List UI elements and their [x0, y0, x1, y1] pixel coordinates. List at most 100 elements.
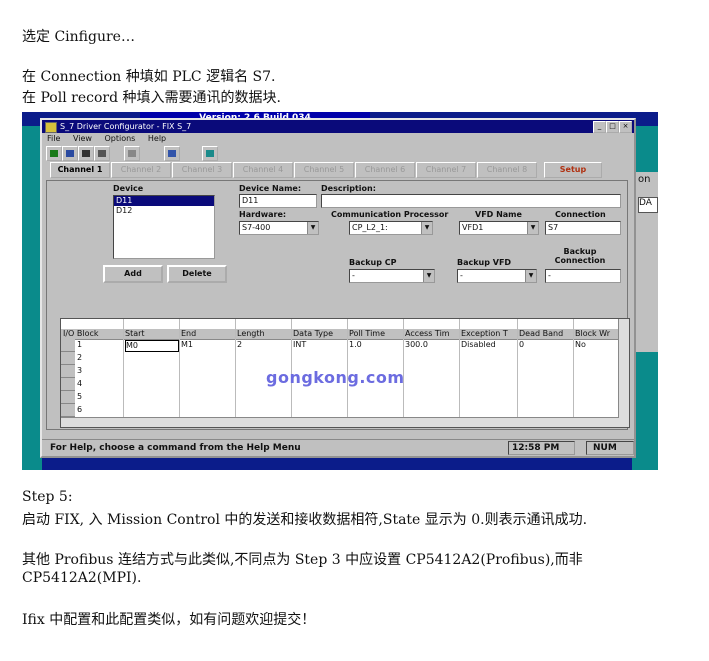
- menu-bar: File View Options Help: [42, 133, 634, 144]
- vfd-name-dropdown[interactable]: VFD1 ▼: [459, 221, 539, 235]
- minimize-button[interactable]: _: [593, 121, 606, 133]
- grid-cell[interactable]: 1.0: [349, 340, 401, 349]
- print-icon[interactable]: [94, 146, 110, 161]
- driver-config-screenshot: Version: 2.6 Build 034 on DA S_7 Driver …: [22, 112, 658, 470]
- tab-channel-2[interactable]: Channel 2: [111, 162, 171, 178]
- title-bar: S_7 Driver Configurator - FIX S_7 _ □ ×: [42, 120, 634, 133]
- vfd-name-value: VFD1: [462, 223, 484, 232]
- chevron-down-icon[interactable]: ▼: [307, 222, 318, 234]
- vfd-name-label: VFD Name: [475, 210, 522, 219]
- communication-processor-value: CP_L2_1:: [352, 223, 388, 232]
- hardware-label: Hardware:: [239, 210, 287, 219]
- grid-cell[interactable]: 2: [237, 340, 289, 349]
- device-list[interactable]: D11 D12: [113, 195, 215, 259]
- chevron-down-icon[interactable]: ▼: [527, 222, 538, 234]
- chevron-down-icon[interactable]: ▼: [423, 270, 434, 282]
- status-bar: For Help, choose a command from the Help…: [42, 439, 634, 456]
- hardware-value: S7-400: [242, 223, 271, 232]
- backup-cp-label: Backup CP: [349, 258, 397, 267]
- close-button[interactable]: ×: [619, 121, 632, 133]
- grid-column-header[interactable]: Start: [125, 329, 178, 338]
- connection-label: Connection: [555, 210, 606, 219]
- grid-column-header[interactable]: Access Tim: [405, 329, 458, 338]
- delete-button[interactable]: Delete: [167, 265, 227, 283]
- device-label: Device: [113, 184, 144, 193]
- backup-vfd-value: -: [460, 271, 463, 280]
- tab-channel-5[interactable]: Channel 5: [294, 162, 354, 178]
- tab-channel-4[interactable]: Channel 4: [233, 162, 293, 178]
- doc-other-line-1: 其他 Profibus 连结方式与此类似,不同点为 Step 3 中应设置 CP…: [22, 552, 583, 568]
- backup-connection-field[interactable]: -: [545, 269, 621, 283]
- menu-help[interactable]: Help: [148, 134, 166, 143]
- system-menu-icon[interactable]: [45, 122, 57, 133]
- backup-connection-label: Backup Connection: [554, 247, 606, 265]
- grid-column: End M1: [179, 319, 236, 427]
- grid-column-header[interactable]: I/O Block: [63, 329, 122, 338]
- backup-vfd-dropdown[interactable]: - ▼: [457, 269, 537, 283]
- communication-processor-label: Communication Processor: [331, 210, 449, 219]
- grid-cell[interactable]: Disabled: [461, 340, 515, 349]
- check-icon[interactable]: [124, 146, 140, 161]
- description-field[interactable]: [321, 194, 621, 208]
- doc-step-text: 启动 FIX, 入 Mission Control 中的发送和接收数据相符,St…: [22, 512, 588, 528]
- background-window-field: DA: [638, 197, 658, 213]
- doc-other-line-2: CP5412A2(MPI).: [22, 570, 142, 586]
- communication-processor-dropdown[interactable]: CP_L2_1: ▼: [349, 221, 433, 235]
- doc-line-connection: 在 Connection 种填如 PLC 逻辑名 S7.: [22, 69, 276, 85]
- hardware-dropdown[interactable]: S7-400 ▼: [239, 221, 319, 235]
- backup-cp-dropdown[interactable]: - ▼: [349, 269, 435, 283]
- grid-column-header[interactable]: Poll Time: [349, 329, 402, 338]
- grid-row-selector[interactable]: [61, 391, 75, 404]
- grid-row-selector[interactable]: [61, 378, 75, 391]
- grid-cell[interactable]: INT: [293, 340, 345, 349]
- menu-options[interactable]: Options: [104, 134, 135, 143]
- add-button[interactable]: Add: [103, 265, 163, 283]
- menu-file[interactable]: File: [47, 134, 60, 143]
- watermark: gongkong.com: [266, 368, 405, 387]
- grid-column: Access Tim 300.0: [403, 319, 460, 427]
- doc-line-select-configure: 选定 Cinfigure…: [22, 29, 135, 45]
- new-icon[interactable]: [46, 146, 62, 161]
- grid-row-selector[interactable]: [61, 404, 75, 417]
- grid-column: Block Wr No: [573, 319, 620, 427]
- background-window-label: on: [638, 174, 651, 185]
- grid-row-selector[interactable]: [61, 339, 75, 352]
- tab-channel-6[interactable]: Channel 6: [355, 162, 415, 178]
- grid-column: Start M0: [123, 319, 180, 427]
- menu-view[interactable]: View: [73, 134, 92, 143]
- grid-column-header[interactable]: Dead Band: [519, 329, 572, 338]
- grid-cell[interactable]: M1: [181, 340, 233, 349]
- grid-column-header[interactable]: Data Type: [293, 329, 346, 338]
- tab-setup[interactable]: Setup: [544, 162, 602, 178]
- save-icon[interactable]: [78, 146, 94, 161]
- grid-column-header[interactable]: Block Wr: [575, 329, 618, 338]
- grid-cell[interactable]: M0: [125, 340, 179, 352]
- tab-channel-7[interactable]: Channel 7: [416, 162, 476, 178]
- connection-field[interactable]: S7: [545, 221, 621, 235]
- tab-channel-1[interactable]: Channel 1: [50, 162, 110, 178]
- grid-row-selector[interactable]: [61, 365, 75, 378]
- grid-row-selector[interactable]: [61, 352, 75, 365]
- grid-column-header[interactable]: Exception T: [461, 329, 516, 338]
- backup-cp-value: -: [352, 271, 355, 280]
- help-icon[interactable]: [202, 146, 218, 161]
- tab-channel-3[interactable]: Channel 3: [172, 162, 232, 178]
- grid-column-header[interactable]: End: [181, 329, 234, 338]
- grid-cell[interactable]: No: [575, 340, 617, 349]
- open-icon[interactable]: [62, 146, 78, 161]
- grid-horizontal-scrollbar[interactable]: [61, 417, 619, 427]
- chevron-down-icon[interactable]: ▼: [525, 270, 536, 282]
- doc-step-heading: Step 5:: [22, 489, 73, 505]
- grid-vertical-scrollbar[interactable]: [618, 319, 629, 427]
- grid-column-header[interactable]: Length: [237, 329, 290, 338]
- grid-cell[interactable]: 0: [519, 340, 571, 349]
- tab-channel-8[interactable]: Channel 8: [477, 162, 537, 178]
- device-name-field[interactable]: D11: [239, 194, 317, 208]
- device-list-item[interactable]: D11: [114, 196, 214, 206]
- chevron-down-icon[interactable]: ▼: [421, 222, 432, 234]
- maximize-button[interactable]: □: [606, 121, 619, 133]
- device-list-item[interactable]: D12: [114, 206, 214, 216]
- statistics-icon[interactable]: [164, 146, 180, 161]
- doc-line-poll-record: 在 Poll record 种填入需要通讯的数据块.: [22, 90, 281, 106]
- grid-cell[interactable]: 300.0: [405, 340, 457, 349]
